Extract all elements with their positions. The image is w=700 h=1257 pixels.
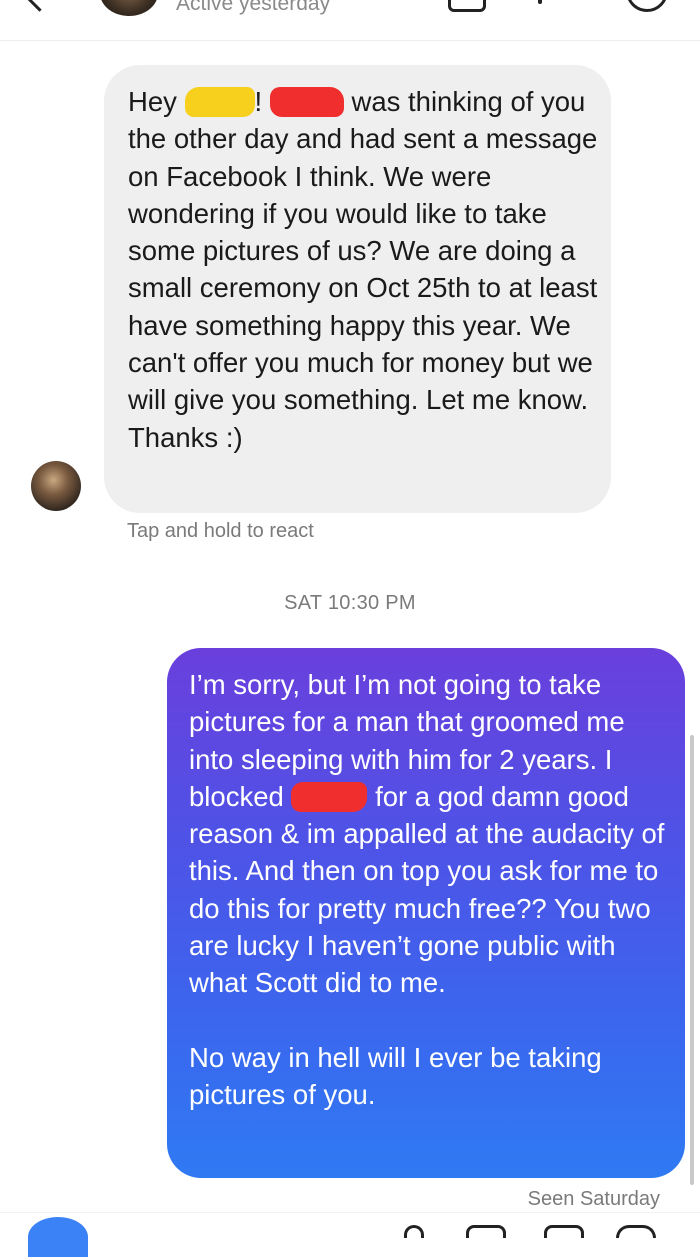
outgoing-message-text: I’m sorry, but I’m not going to take pic…: [189, 666, 667, 1114]
greeting-text: Hey: [128, 86, 177, 117]
outgoing-part3-text: No way in hell will I ever be taking pic…: [189, 1041, 602, 1111]
incoming-message-bubble[interactable]: Hey ! was thinking of you the other day …: [104, 65, 611, 513]
scrollbar[interactable]: [690, 735, 694, 1185]
line1-rest-text: was thinking of: [351, 86, 534, 117]
redaction-mark: [291, 781, 368, 812]
message-composer: [0, 1212, 700, 1257]
seen-receipt: Seen Saturday: [527, 1188, 660, 1210]
contact-avatar[interactable]: [100, 0, 158, 16]
chat-header: Active yesterday: [0, 0, 700, 41]
contact-status: Active yesterday: [176, 0, 331, 15]
incoming-body-text: you the other day and had sent a message…: [128, 86, 598, 453]
exclaim-text: !: [254, 86, 263, 117]
outgoing-message-bubble[interactable]: I’m sorry, but I’m not going to take pic…: [167, 648, 685, 1178]
incoming-message-text: Hey ! was thinking of you the other day …: [128, 83, 598, 456]
redaction-mark: [269, 86, 344, 117]
back-chevron-icon[interactable]: [23, 0, 56, 12]
camera-icon[interactable]: [28, 1217, 88, 1257]
sender-avatar[interactable]: [31, 461, 81, 511]
info-icon[interactable]: [626, 0, 668, 12]
outgoing-part2-text: for a god damn good reason & im appalled…: [189, 780, 665, 999]
message-timestamp: SAT 10:30 PM: [284, 592, 416, 614]
video-icon[interactable]: [538, 0, 542, 4]
phone-icon[interactable]: [448, 0, 486, 12]
redaction-mark: [184, 86, 255, 117]
react-hint: Tap and hold to react: [127, 520, 314, 542]
